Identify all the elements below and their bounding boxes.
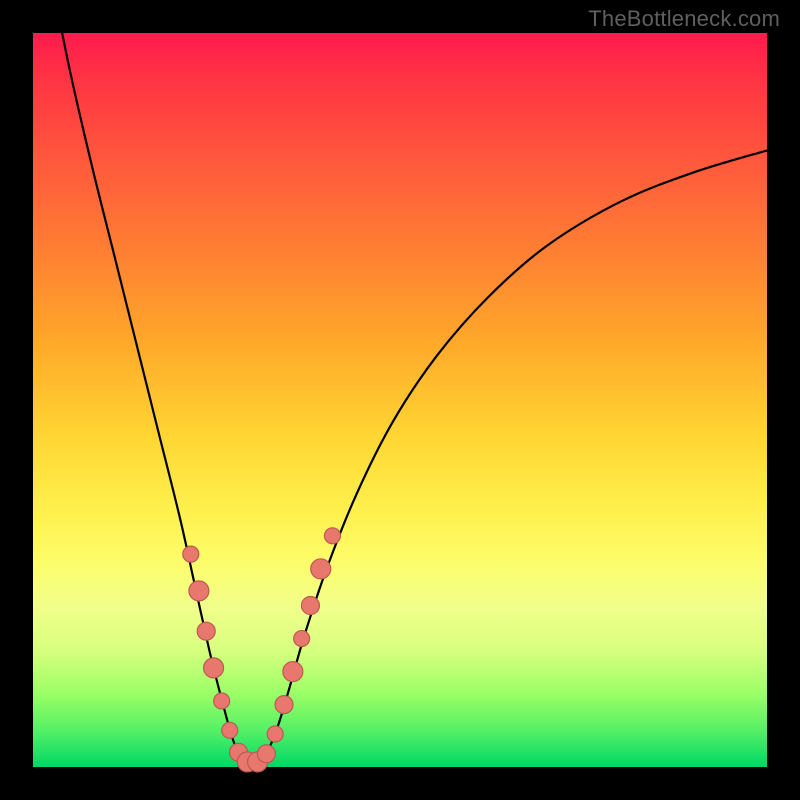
- data-marker: [257, 745, 275, 763]
- marker-group: [183, 528, 341, 772]
- curve-layer: [0, 0, 800, 800]
- data-marker: [283, 662, 303, 682]
- data-marker: [294, 631, 310, 647]
- chart-container: TheBottleneck.com: [0, 0, 800, 800]
- bottleneck-curve: [48, 0, 767, 764]
- data-marker: [275, 696, 293, 714]
- data-marker: [324, 528, 340, 544]
- data-marker: [214, 693, 230, 709]
- data-marker: [301, 597, 319, 615]
- data-marker: [204, 658, 224, 678]
- data-marker: [222, 722, 238, 738]
- data-marker: [183, 546, 199, 562]
- data-marker: [311, 559, 331, 579]
- data-marker: [189, 581, 209, 601]
- data-marker: [197, 622, 215, 640]
- data-marker: [267, 726, 283, 742]
